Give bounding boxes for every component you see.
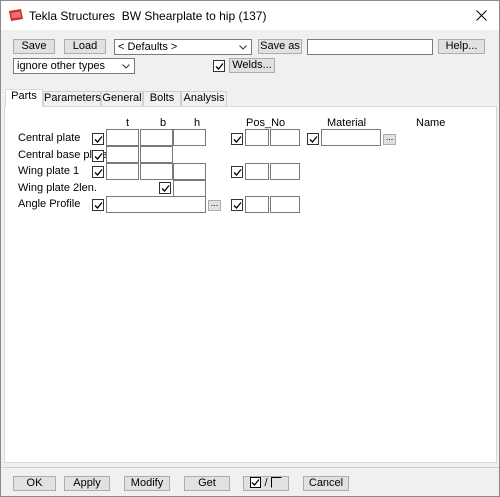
angle-profile-pos-checkbox[interactable] <box>231 199 243 211</box>
dialog-window: Tekla Structures BW Shearplate to hip (1… <box>0 0 500 497</box>
chevron-down-icon <box>122 64 130 69</box>
apply-button[interactable]: Apply <box>64 476 110 491</box>
checkmark-icon <box>161 185 170 192</box>
central-base-plate-b-input[interactable] <box>140 146 173 163</box>
welds-checkbox[interactable] <box>213 60 225 72</box>
checkmark-icon <box>94 202 103 209</box>
load-button[interactable]: Load <box>64 39 106 54</box>
chevron-down-icon <box>239 45 247 50</box>
save-button[interactable]: Save <box>13 39 55 54</box>
central-base-plate-t-input[interactable] <box>106 146 139 163</box>
tab-bolts[interactable]: Bolts <box>143 91 181 106</box>
modify-button[interactable]: Modify <box>124 476 170 491</box>
window-title: Tekla Structures BW Shearplate to hip (1… <box>29 9 266 23</box>
row-label-wing-plate-2len: Wing plate 2len. <box>18 182 97 194</box>
angle-profile-browse-button[interactable]: ... <box>208 199 221 211</box>
header-pos-no: Pos_No <box>246 117 286 129</box>
row-label-angle-profile: Angle Profile <box>18 198 81 210</box>
ok-button[interactable]: OK <box>13 476 56 491</box>
angle-profile-input[interactable] <box>106 196 206 213</box>
tekla-logo-icon <box>8 8 24 22</box>
wing-plate-1-pos-checkbox[interactable] <box>231 166 243 178</box>
central-plate-material-input[interactable] <box>321 129 381 146</box>
central-plate-material-browse-button[interactable]: ... <box>383 133 396 145</box>
component-name: BW Shearplate to hip (137) <box>121 9 267 23</box>
header-name: Name <box>416 117 446 129</box>
central-base-plate-checkbox[interactable] <box>92 150 104 162</box>
angle-profile-pos-number-input[interactable] <box>270 196 300 213</box>
unchecked-box-icon <box>270 477 282 488</box>
save-as-button[interactable]: Save as <box>258 39 302 54</box>
central-plate-pos-checkbox[interactable] <box>231 133 243 145</box>
help-button[interactable]: Help... <box>438 39 485 54</box>
header-h: h <box>194 117 201 129</box>
angle-profile-pos-prefix-input[interactable] <box>245 196 269 213</box>
wing-plate-1-checkbox[interactable] <box>92 166 104 178</box>
filter-dropdown[interactable]: ignore other types <box>13 58 135 74</box>
preset-dropdown[interactable]: < Defaults > <box>114 39 252 55</box>
preset-value: < Defaults > <box>118 41 178 53</box>
angle-profile-checkbox[interactable] <box>92 199 104 211</box>
checkmark-icon <box>94 136 103 143</box>
central-plate-checkbox[interactable] <box>92 133 104 145</box>
central-plate-h-input[interactable] <box>173 129 206 146</box>
parts-panel: t b h Pos_No Material Name Central plate… <box>4 106 497 463</box>
central-plate-b-input[interactable] <box>140 129 173 146</box>
checkmark-icon <box>309 136 318 143</box>
tab-parameters[interactable]: Parameters <box>43 91 101 106</box>
save-as-name-input[interactable] <box>307 39 433 55</box>
checkmark-icon <box>233 202 242 209</box>
checkmark-icon <box>94 169 103 176</box>
central-plate-t-input[interactable] <box>106 129 139 146</box>
toggle-all-checkboxes-button[interactable]: / <box>243 476 289 491</box>
wing-plate-1-b-input[interactable] <box>140 163 173 180</box>
app-name: Tekla Structures <box>29 9 116 23</box>
header-b: b <box>160 117 167 129</box>
row-label-wing-plate-1: Wing plate 1 <box>18 165 80 177</box>
central-plate-pos-number-input[interactable] <box>270 129 300 146</box>
central-plate-pos-prefix-input[interactable] <box>245 129 269 146</box>
wing-plate-1-pos-number-input[interactable] <box>270 163 300 180</box>
welds-button[interactable]: Welds... <box>229 58 275 73</box>
wing-plate-2len-h-input[interactable] <box>173 180 206 197</box>
title-bar: Tekla Structures BW Shearplate to hip (1… <box>1 1 499 30</box>
toggle-separator: / <box>264 477 268 489</box>
tab-analysis[interactable]: Analysis <box>181 91 227 106</box>
filter-value: ignore other types <box>17 60 106 72</box>
tab-parts[interactable]: Parts <box>5 89 43 107</box>
wing-plate-1-t-input[interactable] <box>106 163 139 180</box>
wing-plate-1-h-input[interactable] <box>173 163 206 180</box>
get-button[interactable]: Get <box>184 476 230 491</box>
close-button[interactable] <box>465 1 497 29</box>
checkmark-icon <box>94 153 103 160</box>
wing-plate-1-pos-prefix-input[interactable] <box>245 163 269 180</box>
footer-divider <box>1 467 499 468</box>
header-t: t <box>126 117 130 129</box>
wing-plate-2len-checkbox[interactable] <box>159 182 171 194</box>
central-plate-material-checkbox[interactable] <box>307 133 319 145</box>
cancel-button[interactable]: Cancel <box>303 476 349 491</box>
tab-general[interactable]: General <box>101 91 143 106</box>
checkmark-icon <box>215 63 224 70</box>
checkmark-icon <box>233 169 242 176</box>
header-material: Material <box>327 117 367 129</box>
checked-box-icon <box>250 477 262 488</box>
close-icon <box>476 10 487 21</box>
row-label-central-plate: Central plate <box>18 132 81 144</box>
checkmark-icon <box>233 136 242 143</box>
